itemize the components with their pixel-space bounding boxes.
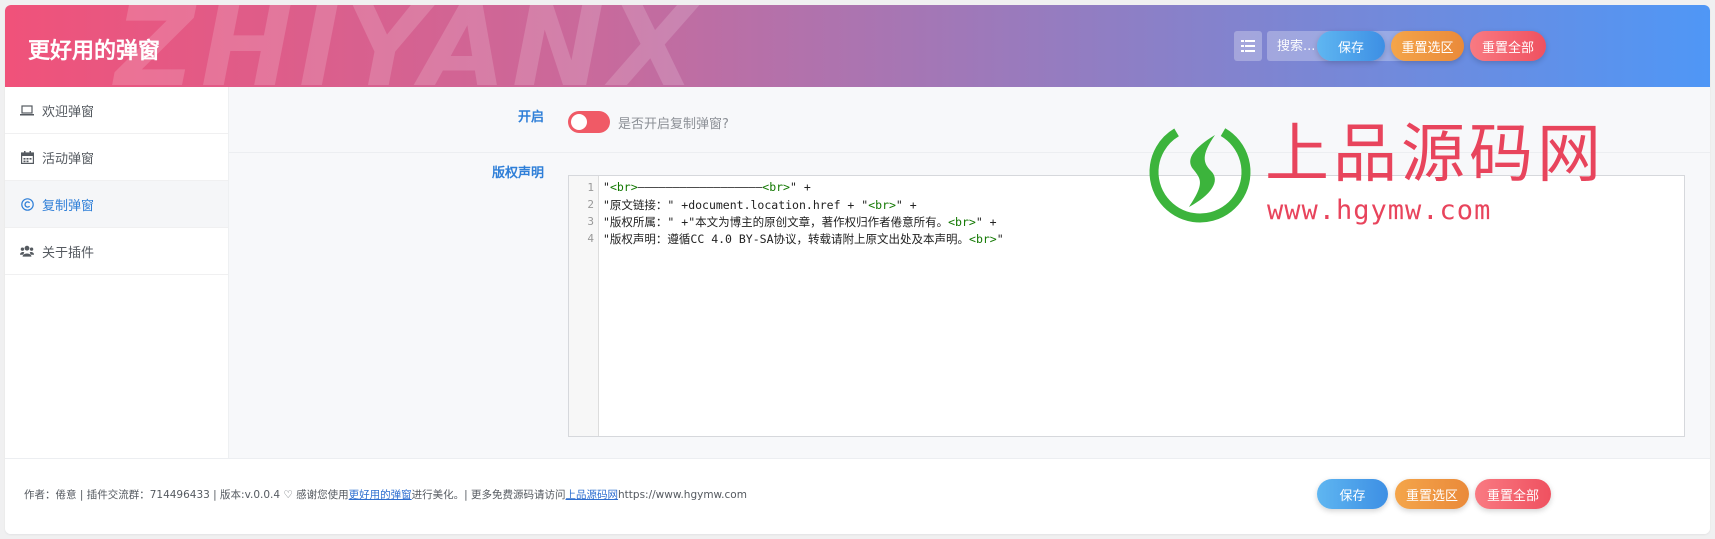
code-line: "原文链接：" +document.location.href + "<br>"…: [603, 197, 917, 213]
sidebar-item-welcome-popup[interactable]: 欢迎弹窗: [5, 87, 228, 134]
code-tag-token: <br>: [609, 180, 638, 194]
sidebar-item-label: 活动弹窗: [42, 151, 95, 167]
code-line: "版权所属：" +"本文为博主的原创文章，著作权归作者倦意所有。<br>" +: [603, 214, 997, 230]
footer-text-part: 进行美化。| 更多免费源码请访问: [411, 489, 566, 501]
copyright-label: 版权声明: [491, 166, 544, 181]
sidebar-item-about-plugin[interactable]: 关于插件: [5, 228, 228, 275]
site-logo-name: 上品源码网: [1265, 118, 1605, 192]
footer-text-part: 作者：倦意 | 插件交流群：714496433 | 版本:v.0.0.4 ♡ 感…: [24, 489, 349, 501]
code-text-token: " +: [895, 198, 917, 212]
sidebar: 欢迎弹窗 活动弹窗 复制弹窗 关于插件: [5, 87, 229, 458]
header-watermark: ZHIYANX: [115, 5, 701, 87]
footer-reset-section-button[interactable]: 重置选区: [1395, 479, 1469, 509]
reset-all-button[interactable]: 重置全部: [1470, 31, 1546, 61]
footer-info: 作者：倦意 | 插件交流群：714496433 | 版本:v.0.0.4 ♡ 感…: [24, 487, 747, 502]
laptop-icon: [20, 103, 34, 117]
code-line: "<br>——————————————————<br>" +: [603, 180, 811, 194]
toggle-knob: [571, 114, 587, 130]
save-button[interactable]: 保存: [1317, 31, 1385, 61]
code-text-token: ——————————————————: [637, 180, 763, 194]
footer-reset-all-button[interactable]: 重置全部: [1475, 479, 1551, 509]
copyright-code-editor[interactable]: 1 2 3 4 "<br>——————————————————<br>" + "…: [568, 175, 1685, 437]
site-logo-url: www.hgymw.com: [1267, 195, 1492, 226]
footer-bar: 作者：倦意 | 插件交流群：714496433 | 版本:v.0.0.4 ♡ 感…: [5, 458, 1710, 534]
code-text-token: ": [603, 180, 610, 194]
sidebar-item-event-popup[interactable]: 活动弹窗: [5, 134, 228, 181]
line-number: 1: [587, 181, 594, 194]
code-text-token: " +: [975, 215, 997, 229]
code-tag-token: <br>: [762, 180, 790, 194]
line-number: 3: [587, 215, 594, 228]
sidebar-item-label: 关于插件: [42, 245, 95, 261]
code-text-token: ": [996, 232, 1004, 246]
plugin-link[interactable]: 更好用的弹窗: [349, 489, 412, 501]
code-tag-token: <br>: [868, 198, 896, 212]
enable-copy-popup-toggle[interactable]: [568, 111, 610, 133]
site-link[interactable]: 上品源码网: [566, 489, 619, 501]
list-icon: [1241, 37, 1255, 56]
line-number: 2: [587, 198, 594, 211]
footer-url: https://www.hgymw.com: [618, 489, 747, 501]
sidebar-item-copy-popup[interactable]: 复制弹窗: [5, 181, 228, 228]
toggle-label: 开启: [517, 110, 544, 125]
site-logo-mark: [1145, 117, 1255, 227]
users-icon: [20, 244, 34, 258]
sidebar-item-label: 复制弹窗: [42, 198, 95, 214]
code-text-token: "版权所属：" +"本文为博主的原创文章，著作权归作者倦意所有。: [603, 215, 949, 229]
page-title: 更好用的弹窗: [28, 39, 161, 64]
code-tag-token: <br>: [969, 232, 997, 246]
code-tag-token: <br>: [948, 215, 976, 229]
footer-save-button[interactable]: 保存: [1317, 479, 1388, 509]
sidebar-item-label: 欢迎弹窗: [42, 104, 95, 120]
search-toggle-button[interactable]: [1234, 31, 1262, 61]
code-text-token: "版权声明：遵循CC 4.0 BY-SA协议，转载请附上原文出处及本声明。: [603, 232, 970, 246]
header-bar: ZHIYANX 更好用的弹窗 保存 重置选区 重置全部: [5, 5, 1710, 87]
settings-panel: ZHIYANX 更好用的弹窗 保存 重置选区 重置全部: [5, 5, 1710, 534]
copyright-icon: [20, 197, 34, 211]
code-line: "版权声明：遵循CC 4.0 BY-SA协议，转载请附上原文出处及本声明。<br…: [603, 231, 1004, 247]
line-number: 4: [587, 232, 594, 245]
calendar-icon: [20, 150, 34, 164]
code-text-token: "原文链接：" +document.location.href + ": [603, 198, 869, 212]
toggle-description: 是否开启复制弹窗?: [618, 117, 729, 132]
line-number-gutter: 1 2 3 4: [569, 176, 599, 436]
code-text-token: " +: [789, 180, 811, 194]
reset-section-button[interactable]: 重置选区: [1391, 31, 1464, 61]
